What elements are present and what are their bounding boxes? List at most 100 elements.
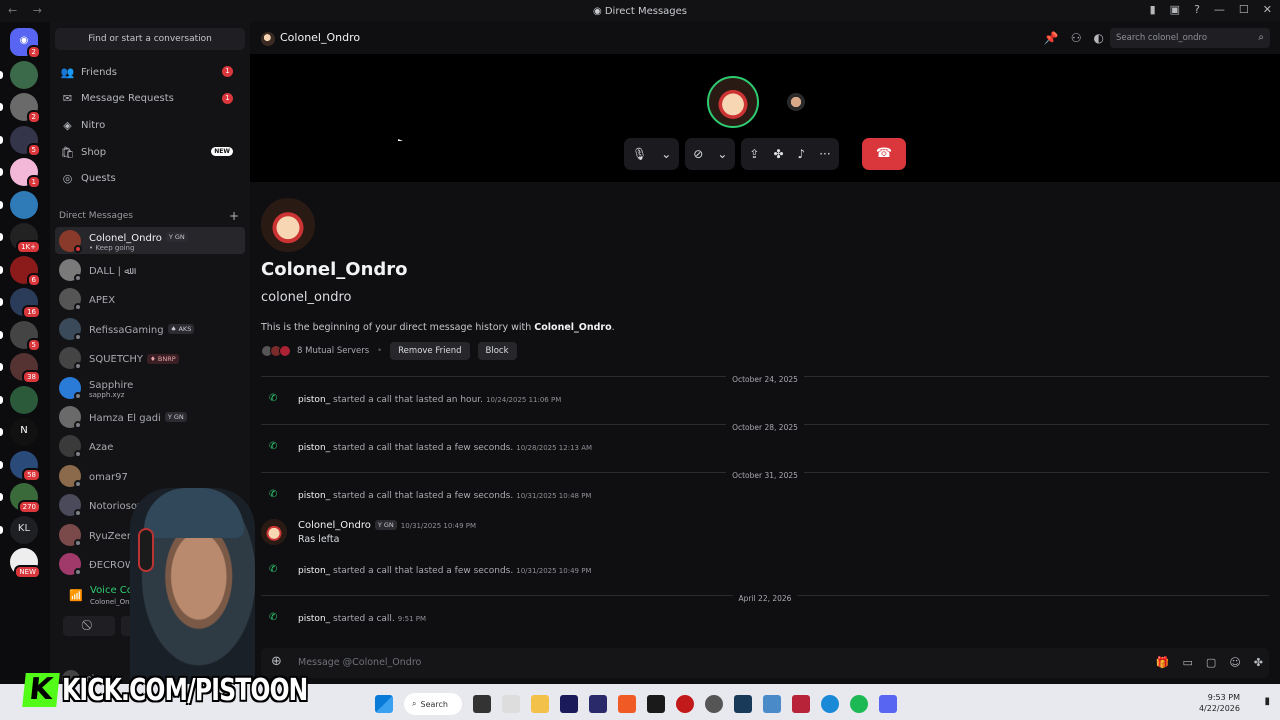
inbox-icon[interactable]: ▣ <box>1170 3 1180 16</box>
server-icon[interactable]: NEW <box>10 548 41 579</box>
activities-icon[interactable]: ✤ <box>773 147 783 161</box>
server-icon[interactable] <box>0 190 38 219</box>
sidebar-item-message-requests[interactable]: ✉ Message Requests 1 <box>55 87 245 111</box>
server-icon[interactable]: 1K+ <box>0 223 41 254</box>
mutual-servers[interactable]: 8 Mutual Servers • <box>261 345 382 357</box>
terminal-icon[interactable] <box>647 695 665 713</box>
disconnect-button[interactable]: ☎ <box>862 138 906 170</box>
remove-friend-button[interactable]: Remove Friend <box>390 342 470 360</box>
obs-icon[interactable] <box>705 695 723 713</box>
server-icon[interactable] <box>0 385 38 414</box>
sticker-icon[interactable]: ▢ <box>1206 656 1216 669</box>
server-icon[interactable]: 1 <box>0 158 41 189</box>
message-author[interactable]: piston_ <box>298 443 330 453</box>
after-effects-icon[interactable] <box>589 695 607 713</box>
file-explorer-icon[interactable] <box>531 695 549 713</box>
dm-item[interactable]: APEX <box>55 286 245 313</box>
message-input[interactable]: Message @Colonel_Ondro <box>298 657 421 668</box>
chevron-down-icon[interactable]: ⌄ <box>661 147 671 161</box>
dm-item[interactable]: RefissaGaming ♠ AKS <box>55 315 245 342</box>
brave-icon[interactable] <box>618 695 636 713</box>
message-author[interactable]: piston_ <box>298 491 330 501</box>
camera-off-button[interactable]: ⃠ <box>63 616 115 636</box>
taskbar-search[interactable]: ⌕ Search <box>404 693 462 715</box>
search-input[interactable]: Search colonel_ondro ⌕ <box>1110 28 1270 48</box>
message-composer[interactable]: ⊕ Message @Colonel_Ondro 🎁 ▭ ▢ ☺ ✤ <box>261 648 1269 678</box>
server-icon[interactable]: N <box>0 418 38 446</box>
block-button[interactable]: Block <box>477 342 517 360</box>
user-profile-icon[interactable]: ◐ <box>1094 31 1104 45</box>
task-view-icon[interactable] <box>473 695 491 713</box>
avatar[interactable] <box>261 519 287 545</box>
help-icon[interactable]: ? <box>1194 3 1200 16</box>
start-icon[interactable] <box>375 695 393 713</box>
sidebar-item-friends[interactable]: 👥 Friends 1 <box>55 60 245 84</box>
dm-item[interactable]: Colonel_Ondro Y GN • Keep going <box>55 227 245 254</box>
spotify-icon[interactable] <box>850 695 868 713</box>
count-badge: 1 <box>222 92 233 104</box>
sidebar-item-shop[interactable]: 🛍 Shop NEW <box>55 140 245 164</box>
dm-item[interactable]: Azae <box>55 433 245 460</box>
sidebar-item-nitro[interactable]: ◈ Nitro <box>55 113 245 137</box>
microphone-icon[interactable]: 🎙 <box>632 147 647 161</box>
guild-tag: Y GN <box>374 520 397 530</box>
unread-pill <box>0 103 3 111</box>
dm-section-header: Direct Messages + <box>59 209 239 223</box>
dm-item[interactable]: Sapphire sapph.xyz <box>55 374 245 401</box>
acrobat-icon[interactable] <box>792 695 810 713</box>
message-author[interactable]: piston_ <box>298 395 330 405</box>
status-indicator <box>74 362 82 371</box>
app-icon[interactable] <box>502 695 520 713</box>
discord-icon[interactable] <box>879 695 897 713</box>
dm-item[interactable]: Hamza El gadi Y GN <box>55 403 245 430</box>
server-icon[interactable]: ◉ 2 <box>10 28 41 59</box>
server-icon[interactable]: KL <box>0 515 38 544</box>
profile-avatar[interactable] <box>261 198 315 252</box>
message-author[interactable]: Colonel_Ondro <box>298 520 371 531</box>
more-icon[interactable]: ··· <box>819 147 830 161</box>
gift-icon[interactable]: 🎁 <box>1156 656 1170 669</box>
server-icon[interactable]: 270 <box>0 483 41 514</box>
maximize-button[interactable]: ☐ <box>1239 3 1249 16</box>
server-icon[interactable]: 6 <box>0 255 41 287</box>
server-icon[interactable]: 5 <box>0 320 41 352</box>
dm-item[interactable]: DALL | ﷲ <box>55 256 245 283</box>
minimize-button[interactable]: — <box>1214 3 1225 16</box>
server-icon[interactable]: 38 <box>0 353 41 384</box>
close-button[interactable]: ✕ <box>1263 3 1272 16</box>
message-timestamp: 10/31/2025 10:49 PM <box>516 567 592 575</box>
notification-icon[interactable]: ▮ <box>1264 696 1270 707</box>
server-icon[interactable]: 5 <box>0 125 41 157</box>
attach-icon[interactable]: ⊕ <box>271 654 282 669</box>
add-friends-icon[interactable]: ⚇ <box>1071 31 1082 45</box>
message-author[interactable]: piston_ <box>298 614 330 624</box>
soundboard-icon[interactable]: ♪ <box>798 147 806 161</box>
bookmark-icon[interactable]: ▮ <box>1150 3 1156 16</box>
clock[interactable]: 9:53 PM 4/22/2026 <box>1199 692 1240 714</box>
emoji-icon[interactable]: ☺ <box>1229 656 1240 669</box>
notepad-icon[interactable] <box>763 695 781 713</box>
dm-item[interactable]: SQUETCHY ♦ BNRP <box>55 345 245 372</box>
message-author[interactable]: piston_ <box>298 566 330 576</box>
app-icon[interactable] <box>676 695 694 713</box>
call-participant-avatar[interactable] <box>707 76 759 128</box>
apps-icon[interactable]: ✤ <box>1254 656 1263 669</box>
edge-icon[interactable] <box>821 695 839 713</box>
screen-share-icon[interactable]: ⇪ <box>749 147 759 161</box>
server-icon[interactable]: 2 <box>0 93 41 124</box>
chevron-down-icon[interactable]: ⌄ <box>717 147 727 161</box>
sidebar-item-quests[interactable]: ◎ Quests <box>55 167 245 191</box>
premiere-icon[interactable] <box>560 695 578 713</box>
dm-item[interactable]: omar97 <box>55 462 245 489</box>
server-icon[interactable]: 58 <box>0 450 41 482</box>
camera-off-icon[interactable]: ⊘ <box>693 147 703 161</box>
server-icon[interactable]: 16 <box>0 288 41 319</box>
server-icon[interactable] <box>0 60 38 89</box>
find-conversation-button[interactable]: Find or start a conversation <box>55 28 245 50</box>
steam-icon[interactable] <box>734 695 752 713</box>
call-text: started a call that lasted a few seconds… <box>330 491 514 501</box>
call-participant-avatar[interactable] <box>787 93 805 111</box>
pin-icon[interactable]: 📌 <box>1044 31 1059 45</box>
create-dm-icon[interactable]: + <box>229 209 239 223</box>
gif-icon[interactable]: ▭ <box>1183 656 1193 669</box>
